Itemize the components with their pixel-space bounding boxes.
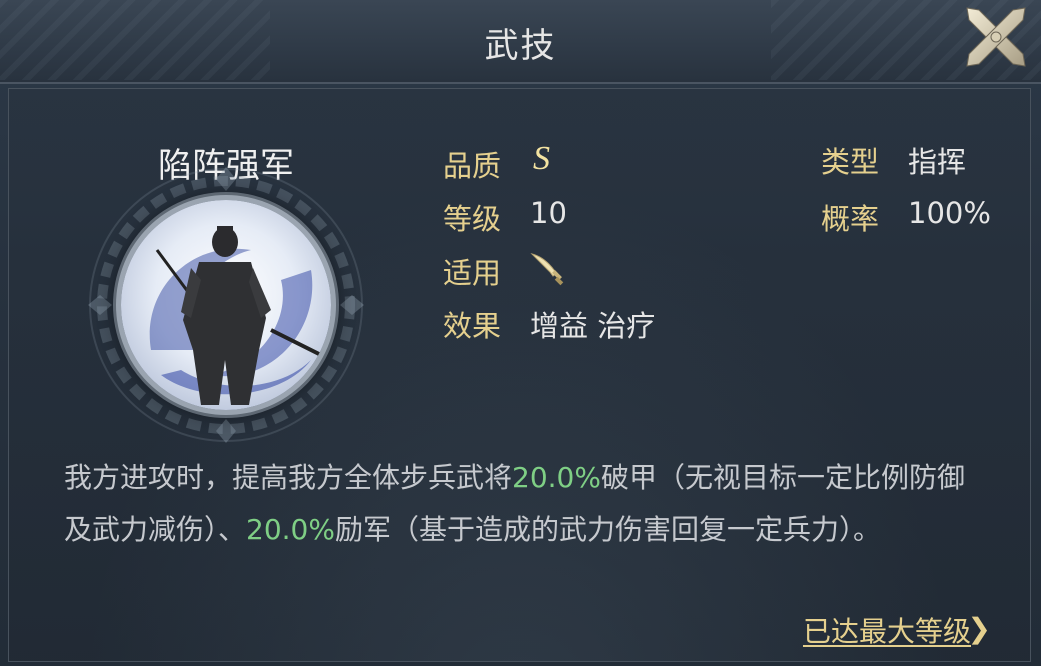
effect-value: 增益 治疗 [530,309,656,343]
description-text: 我方进攻时，提高我方全体步兵武将 [64,461,513,494]
highlight-value: 20.0% [246,513,335,546]
type-value: 指挥 [908,145,967,179]
quality-value: S [533,140,550,177]
skill-description: 我方进攻时，提高我方全体步兵武将20.0%破甲（无视目标一定比例防御及武力减伤）… [64,452,974,556]
level-value: 10 [530,196,567,230]
rate-label: 概率 [821,202,880,236]
level-label: 等级 [443,202,502,236]
chevron-right-icon[interactable]: ❯ [968,612,991,645]
sword-icon [530,253,564,286]
soldier-image [149,226,322,405]
quality-label: 品质 [443,149,502,183]
max-level-link[interactable]: 已达最大等级 [803,610,971,650]
applies-label: 适用 [443,256,502,290]
rate-value: 100% [908,196,991,230]
effect-label: 效果 [443,309,502,343]
type-label: 类型 [821,145,880,179]
close-icon[interactable] [959,0,1033,74]
title-bar: 武技 [0,0,1041,84]
skill-portrait [121,200,331,410]
highlight-value: 20.0% [512,461,601,494]
description-text: 励军（基于造成的武力伤害回复一定兵力）。 [334,513,881,546]
window-title: 武技 [484,26,557,66]
